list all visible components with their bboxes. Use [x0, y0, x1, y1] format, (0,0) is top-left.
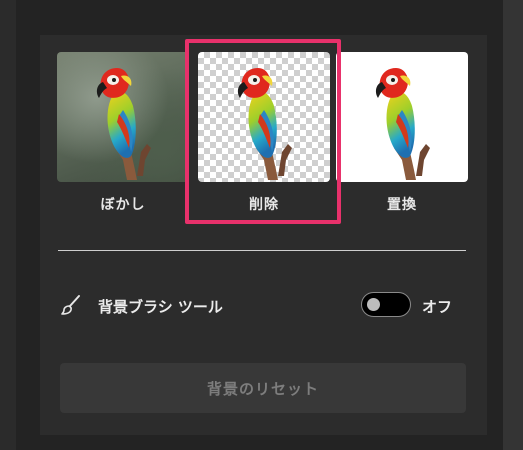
divider: [58, 250, 466, 251]
parrot-photo-white-thumbnail[interactable]: [336, 52, 468, 182]
selected-option-highlight: [185, 39, 341, 224]
panel-edge: [503, 0, 523, 450]
brush-tool-row: 背景ブラシ ツール オフ: [58, 288, 468, 322]
reset-background-button[interactable]: 背景のリセット: [60, 363, 466, 413]
background-option-blur[interactable]: ぼかし: [57, 52, 189, 213]
toggle-state-label: オフ: [422, 298, 453, 316]
background-option-replace[interactable]: 置換: [336, 52, 468, 213]
brush-tool-label: 背景ブラシ ツール: [98, 298, 223, 316]
option-label-blur: ぼかし: [100, 197, 146, 213]
option-label-replace: 置換: [387, 197, 417, 213]
toggle-knob: [367, 298, 380, 311]
parrot-photo-blurred-thumbnail[interactable]: [57, 52, 189, 182]
brush-tool-toggle[interactable]: [361, 292, 411, 317]
brush-icon: [60, 294, 82, 316]
